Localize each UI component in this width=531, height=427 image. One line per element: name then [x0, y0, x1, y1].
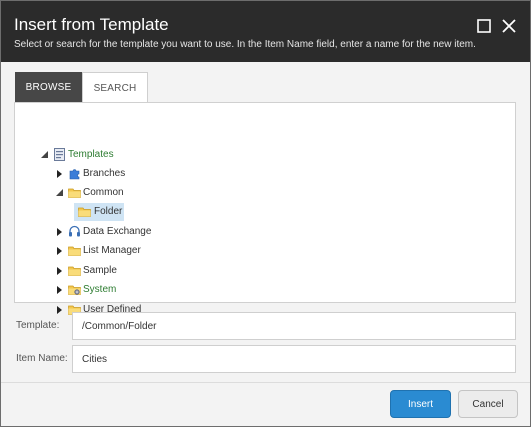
collapsed-arrow-icon[interactable] [55, 169, 65, 179]
footer-divider [1, 382, 530, 383]
collapsed-arrow-icon[interactable] [55, 246, 65, 256]
folder-icon [68, 264, 81, 277]
dialog-subtitle: Select or search for the template you wa… [14, 39, 476, 50]
tree-node-folder[interactable]: Folder [74, 203, 124, 221]
maximize-icon[interactable] [476, 18, 492, 34]
cancel-button[interactable]: Cancel [458, 390, 518, 418]
puzzle-icon [68, 167, 81, 180]
insert-from-template-dialog: Insert from Template Select or search fo… [0, 0, 531, 427]
template-list-icon [53, 148, 66, 161]
template-picker-panel: BROWSE SEARCH Templates Branches Common … [14, 72, 516, 315]
collapsed-arrow-icon[interactable] [55, 266, 65, 276]
template-label: Template: [16, 320, 60, 331]
template-input[interactable] [72, 312, 516, 340]
tree-node-sample[interactable]: Sample [55, 262, 175, 280]
folder-icon [68, 186, 81, 199]
expanded-arrow-icon[interactable] [55, 188, 65, 198]
folder-icon [78, 205, 91, 218]
item-name-label: Item Name: [16, 353, 68, 364]
system-folder-icon [68, 283, 81, 296]
tree-node-label: Data Exchange [83, 226, 152, 237]
headset-icon [68, 225, 81, 238]
dialog-header: Insert from Template Select or search fo… [1, 1, 530, 62]
tree-node-system[interactable]: System [55, 281, 175, 299]
tree-node-data-exchange[interactable]: Data Exchange [55, 223, 185, 241]
tree-node-templates[interactable]: Templates [40, 146, 160, 164]
tree-node-list-manager[interactable]: List Manager [55, 242, 185, 260]
tree-node-label: Common [83, 187, 124, 198]
tree-node-label: Folder [94, 206, 123, 217]
insert-button[interactable]: Insert [390, 390, 451, 418]
tree-node-label: Branches [83, 168, 126, 179]
item-name-input[interactable] [72, 345, 516, 373]
close-icon[interactable] [501, 18, 517, 34]
tree-node-label: Templates [68, 149, 114, 160]
tree-node-label: System [83, 284, 117, 295]
collapsed-arrow-icon[interactable] [55, 285, 65, 295]
tree-node-branches[interactable]: Branches [55, 165, 175, 183]
tab-browse[interactable]: BROWSE [15, 72, 82, 102]
tree-node-label: Sample [83, 265, 117, 276]
dialog-title: Insert from Template [14, 15, 169, 34]
tab-search[interactable]: SEARCH [82, 72, 148, 102]
template-field-row: Template: [14, 312, 516, 342]
collapsed-arrow-icon[interactable] [55, 227, 65, 237]
expanded-arrow-icon[interactable] [40, 150, 50, 160]
template-tree: Templates Branches Common Folder Data Ex… [14, 102, 516, 315]
item-name-field-row: Item Name: [14, 345, 516, 375]
tree-node-label: List Manager [83, 245, 141, 256]
tree-node-common[interactable]: Common [55, 184, 175, 202]
folder-icon [68, 244, 81, 257]
